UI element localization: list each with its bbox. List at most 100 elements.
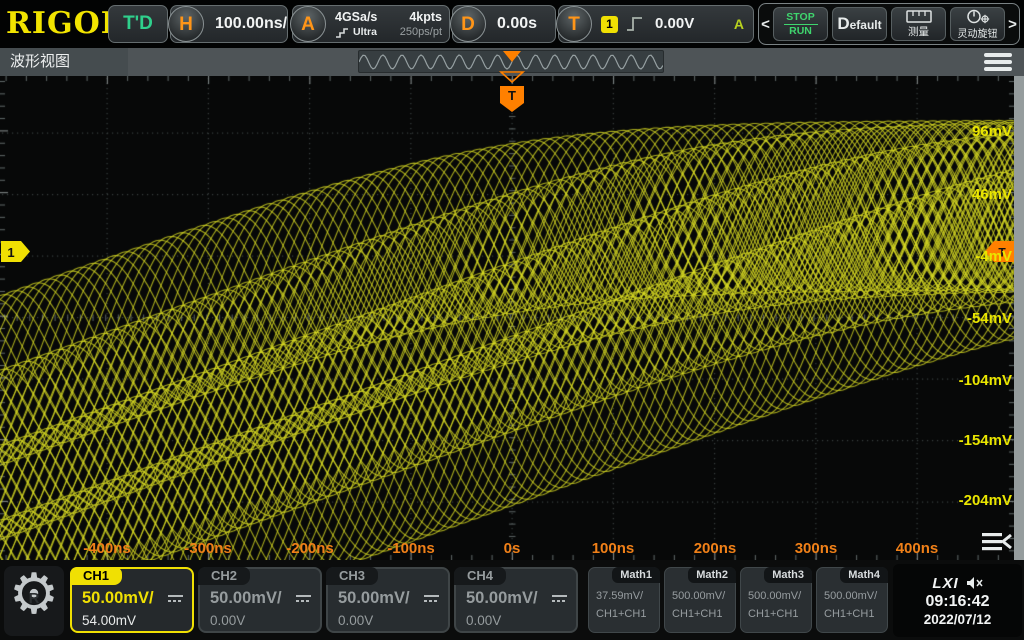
clock-date: 2022/07/12 [924,612,992,627]
math-expression: CH1+CH1 [672,608,722,620]
trigger-source-badge: 1 [601,16,618,33]
channel-tab[interactable]: CH2 [198,567,250,585]
voltage-label: -4mV [932,248,1012,265]
knob-icon [965,9,991,24]
channel-card-ch1[interactable]: CH1 50.00mV/54.00mV [70,567,194,633]
trigger-position-flag[interactable]: T [498,70,526,114]
ch1-marker-number: 1 [7,245,14,260]
horizontal-scale-value: 100.00ns/ [215,6,287,42]
delay-value: 0.00s [497,6,537,42]
rising-edge-icon [625,14,645,34]
time-label: -100ns [366,540,456,557]
acquisition-mode-label: Ultra [353,26,377,38]
math-card-math2[interactable]: Math2 500.00mV/CH1+CH1 [664,567,736,633]
voltage-label: 46mV [932,186,1012,203]
math-expression: CH1+CH1 [824,608,874,620]
dc-coupling-icon [168,595,183,603]
hamburger-menu-icon[interactable] [984,53,1012,71]
dc-coupling-icon [424,595,439,603]
channel-tab[interactable]: CH4 [454,567,506,585]
run-stop-button[interactable]: STOP RUN [773,7,828,41]
trigger-sweep-mode: A [734,6,744,42]
math-scale: 500.00mV/ [748,590,801,602]
measure-label: 测量 [908,24,929,39]
top-bar: RIGOL T'D H 100.00ns/ A 4GSa/s 4kpts Ult… [0,0,1024,48]
math-scale: 500.00mV/ [824,590,877,602]
quick-buttons-cluster: < STOP RUN Default 测量 [758,3,1020,45]
channel-scale: 50.00mV/ [466,589,538,608]
t-badge[interactable]: T [556,6,592,42]
trigger-settings-button[interactable]: T 1 0.00V A [558,5,754,43]
stop-label: STOP [786,12,814,23]
rigol-gear-logo-button[interactable]: ⚙ R [4,566,64,636]
speaker-muted-icon [966,576,983,590]
oscilloscope-screen: RIGOL T'D H 100.00ns/ A 4GSa/s 4kpts Ult… [0,0,1024,640]
nav-left-chevron-icon[interactable]: < [760,16,771,33]
ultra-stair-icon [335,26,350,38]
channel-card-ch2[interactable]: CH2 50.00mV/0.00V [198,567,322,633]
math-tab[interactable]: Math2 [688,567,736,583]
default-initial: D [837,14,849,33]
voltage-label: -54mV [932,310,1012,327]
trigger-position-letter: T [508,88,516,103]
math-tab[interactable]: Math1 [612,567,660,583]
channel-offset: 54.00mV [82,613,136,628]
math-scale: 500.00mV/ [672,590,725,602]
d-badge[interactable]: D [450,6,486,42]
acquisition-settings-button[interactable]: A 4GSa/s 4kpts Ultra 250ps/pt [292,5,450,43]
delay-settings-button[interactable]: D 0.00s [452,5,556,43]
preview-trigger-marker-icon[interactable] [503,51,521,62]
channel-tab[interactable]: CH3 [326,567,378,585]
math-tab[interactable]: Math4 [840,567,888,583]
bottom-bar: ⚙ R CH150.00mV/54.00mVCH250.00mV/0.00VCH… [0,560,1024,640]
collapse-menu-icon[interactable] [980,527,1014,557]
channel-scale: 50.00mV/ [210,589,282,608]
trigger-status-badge: T'D [108,5,168,43]
view-title: 波形视图 [0,48,128,76]
gear-r-letter: R [4,590,64,607]
quick-knob-button[interactable]: 灵动旋钮 [950,7,1005,41]
right-scrollbar[interactable] [1014,76,1024,560]
waveform-display[interactable] [0,76,1024,560]
ch1-position-marker[interactable]: 1 [0,240,32,263]
math-card-math1[interactable]: Math1 37.59mV/CH1+CH1 [588,567,660,633]
measure-button[interactable]: 测量 [891,7,946,41]
time-label: -400ns [62,540,152,557]
horizontal-settings-button[interactable]: H 100.00ns/ [170,5,288,43]
a-badge[interactable]: A [290,6,326,42]
math-expression: CH1+CH1 [748,608,798,620]
channel-card-ch4[interactable]: CH4 50.00mV/0.00V [454,567,578,633]
rigol-logo: RIGOL [6,6,123,41]
lxi-label: LXI [932,575,958,592]
channel-scale: 50.00mV/ [82,589,154,608]
default-button[interactable]: Default [832,7,887,41]
channel-card-ch3[interactable]: CH350.00mV/0.00V [326,567,450,633]
channel-offset: 0.00V [338,613,373,628]
resolution-value: 250ps/pt [400,26,442,38]
time-label: 200ns [670,540,760,557]
math-card-math3[interactable]: Math3 500.00mV/CH1+CH1 [740,567,812,633]
math-tab[interactable]: Math3 [764,567,812,583]
voltage-label: -154mV [932,432,1012,449]
status-panel[interactable]: LXI 09:16:42 2022/07/12 [893,564,1022,637]
channel-offset: 0.00V [210,613,245,628]
run-label: RUN [789,26,812,37]
time-label: 300ns [771,540,861,557]
time-label: -200ns [265,540,355,557]
time-label: 400ns [872,540,962,557]
h-badge[interactable]: H [168,6,204,42]
voltage-label: 96mV [932,123,1012,140]
time-label: 0s [467,540,557,557]
memory-depth-value: 4kpts [409,10,442,24]
default-rest: efault [850,18,882,32]
nav-right-chevron-icon[interactable]: > [1007,16,1018,33]
math-card-math4[interactable]: Math4 500.00mV/CH1+CH1 [816,567,888,633]
math-scale: 37.59mV/ [596,590,643,602]
math-expression: CH1+CH1 [596,608,646,620]
channel-tab[interactable]: CH1 [70,567,122,585]
time-label: -300ns [163,540,253,557]
dc-coupling-icon [296,595,311,603]
channel-offset: 0.00V [466,613,501,628]
dc-coupling-icon [552,595,567,603]
trigger-level-value: 0.00V [655,6,694,42]
